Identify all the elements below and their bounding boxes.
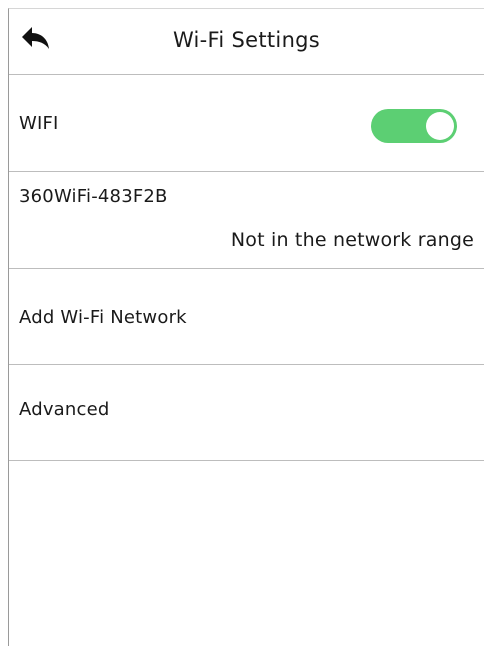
header-bar: Wi-Fi Settings <box>9 9 484 75</box>
wifi-toggle-row: WIFI <box>9 75 484 172</box>
advanced-item[interactable]: Advanced <box>9 365 484 461</box>
add-wifi-network-item[interactable]: Add Wi-Fi Network <box>9 269 484 365</box>
network-name: 360WiFi-483F2B <box>19 186 168 207</box>
advanced-label: Advanced <box>19 399 110 420</box>
wifi-label: WIFI <box>19 113 59 134</box>
network-item[interactable]: 360WiFi-483F2B Not in the network range <box>9 172 484 269</box>
page-title: Wi-Fi Settings <box>172 28 321 52</box>
wifi-toggle[interactable] <box>371 109 457 143</box>
toggle-knob <box>426 112 454 140</box>
wifi-settings-screen: Wi-Fi Settings WIFI 360WiFi-483F2B Not i… <box>8 8 484 646</box>
add-wifi-network-label: Add Wi-Fi Network <box>19 307 187 328</box>
network-status: Not in the network range <box>230 229 474 251</box>
